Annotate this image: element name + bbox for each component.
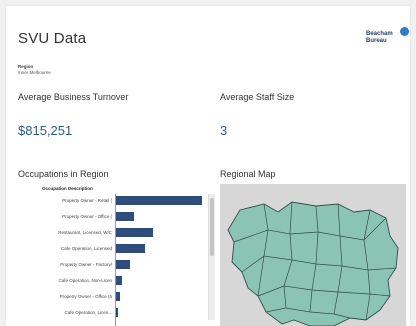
map-regions	[227, 201, 399, 326]
occupations-title: Occupations in Region	[18, 169, 109, 179]
kpi-turnover-label: Average Business Turnover	[18, 92, 129, 102]
logo-mark-icon	[400, 27, 409, 36]
occupations-bar-chart[interactable]: Occupation Description Property Owner - …	[16, 184, 212, 326]
occupation-bar[interactable]	[116, 244, 145, 253]
occupation-row-label: Cafe Operation, Licensed	[60, 246, 112, 251]
regional-map[interactable]	[220, 184, 406, 326]
occupation-bar[interactable]	[116, 292, 120, 301]
map-svg	[227, 201, 399, 326]
scrollbar-thumb[interactable]	[210, 198, 214, 256]
occupation-bar[interactable]	[116, 212, 134, 221]
occupation-row-label: Restaurant, Licensed, W/C	[58, 230, 112, 235]
occupation-bar[interactable]	[116, 260, 130, 269]
page-title: SVU Data	[18, 30, 87, 47]
map-title: Regional Map	[220, 169, 276, 179]
occupation-row-label: Property Owner - Office (	[62, 214, 112, 219]
kpi-turnover-value: $815,251	[18, 123, 73, 138]
occupation-bar[interactable]	[116, 196, 202, 205]
dashboard: SVU Data Beacham Bureau Region Inner Mel…	[6, 6, 410, 326]
occupation-row-label: Cafe Operation, Licen...	[64, 310, 112, 315]
occupation-row-label: Property Owner - Retail (	[62, 198, 112, 203]
occupation-bar[interactable]	[116, 276, 122, 285]
logo-text-2: Bureau	[366, 38, 387, 44]
occupation-column-header: Occupation Description	[42, 186, 93, 191]
region-filter-label: Region	[18, 64, 34, 69]
occupation-bar[interactable]	[116, 308, 118, 317]
occupation-row-label: Property Owner - Factory/	[60, 262, 112, 267]
kpi-staff-value: 3	[220, 123, 228, 138]
kpi-staff-label: Average Staff Size	[220, 92, 295, 102]
chart-scrollbar[interactable]	[208, 194, 215, 320]
company-logo: Beacham Bureau	[366, 27, 409, 45]
region-filter-value[interactable]: Inner Melbourne	[18, 70, 51, 75]
occupation-row-label: Cafe Operation, Non-Licen	[58, 278, 112, 283]
occupation-row-label: Property Owner - Office (5	[59, 294, 112, 299]
logo-text-1: Beacham	[366, 31, 393, 37]
occupation-bar[interactable]	[116, 228, 153, 237]
